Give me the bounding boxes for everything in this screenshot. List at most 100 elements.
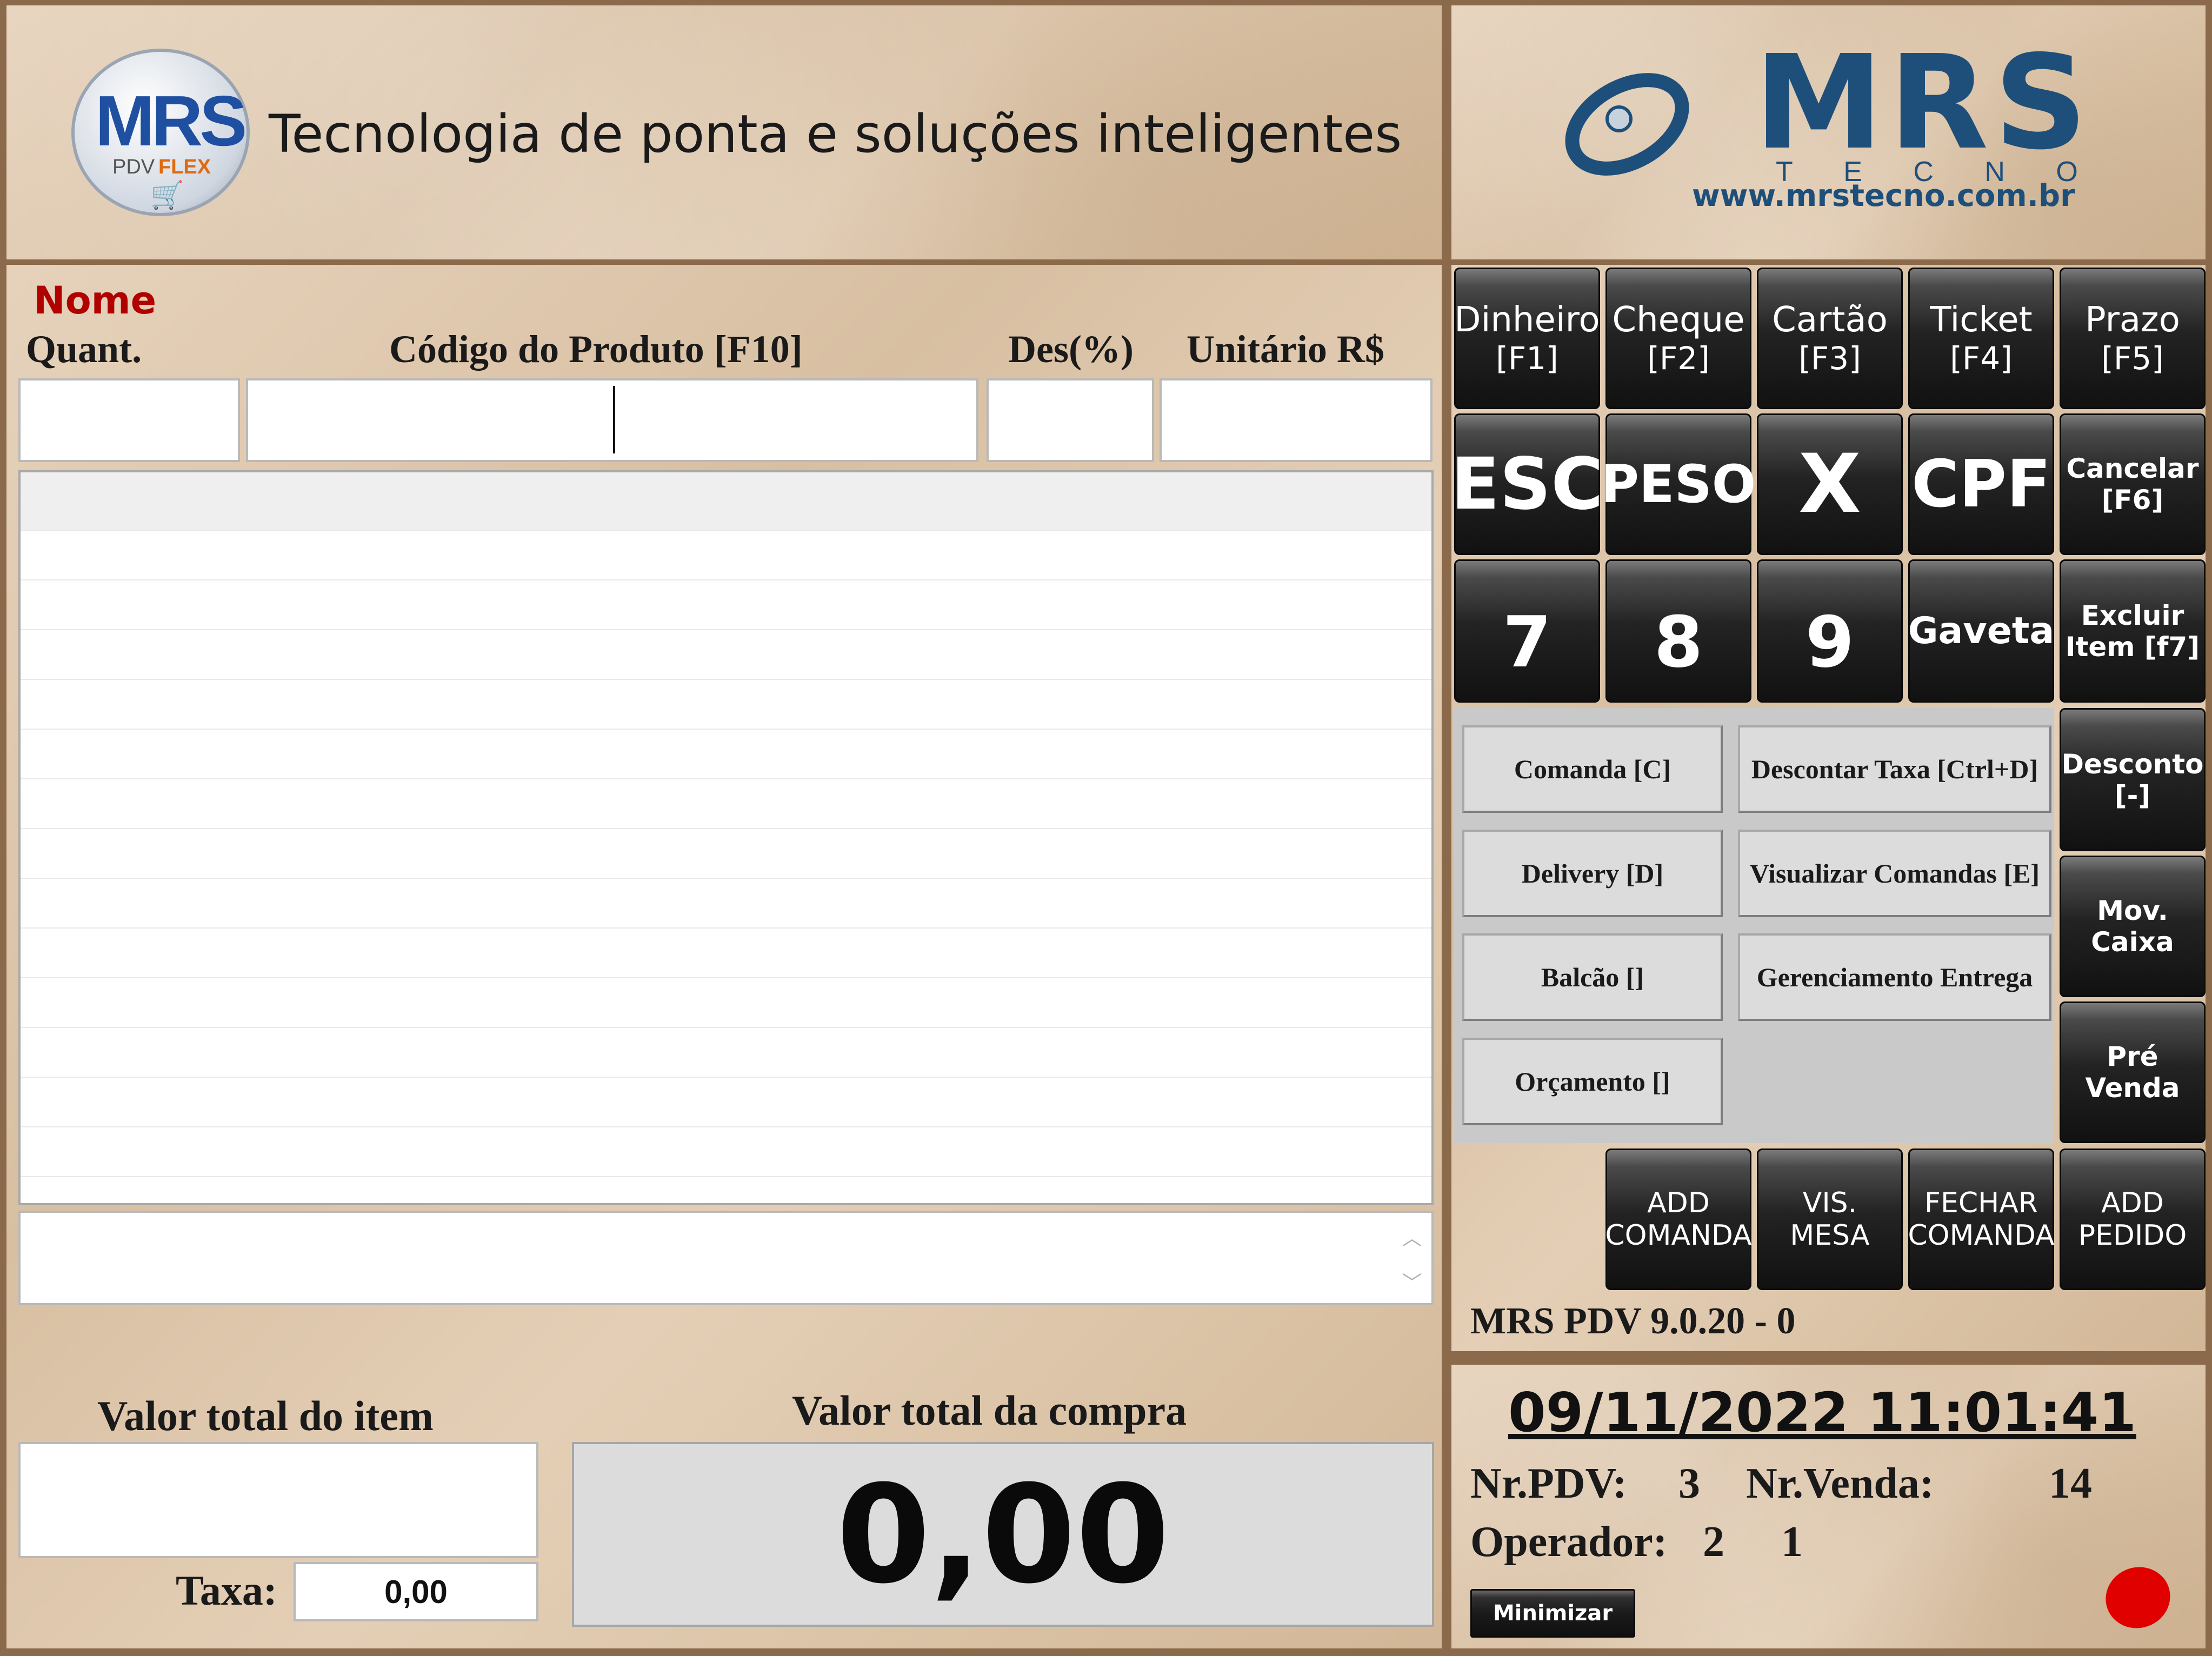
table-row[interactable] (21, 472, 1431, 531)
dinheiro-button[interactable]: Dinheiro [F1] (1454, 268, 1600, 409)
nr-venda-label: Nr.Venda: (1746, 1460, 1934, 1507)
taxa-field[interactable]: 0,00 (294, 1562, 538, 1621)
nine-button[interactable]: 9 (1757, 559, 1903, 703)
table-row[interactable] (21, 1127, 1431, 1177)
table-row[interactable] (21, 531, 1431, 580)
mov-caixa-button[interactable]: Mov. Caixa (2060, 856, 2206, 997)
eight-button[interactable]: 8 (1605, 559, 1751, 703)
table-row[interactable] (21, 978, 1431, 1028)
cancelar-button[interactable]: Cancelar [F6] (2060, 413, 2206, 555)
vis-mesa-button[interactable]: VIS. MESA (1757, 1148, 1903, 1290)
notes-textarea[interactable]: ︿ ﹀ (18, 1211, 1434, 1305)
delivery-button[interactable]: Delivery [D] (1462, 830, 1723, 917)
logo-flex-text: FLEX (158, 156, 211, 178)
desconto-button[interactable]: Desconto [-] (2060, 708, 2206, 851)
item-total-label: Valor total do item (97, 1392, 434, 1439)
mrs-tecno-swirl-icon (1560, 65, 1695, 184)
pre-venda-button[interactable]: Pré Venda (2060, 1001, 2206, 1143)
nome-label: Nome (34, 278, 157, 323)
nr-pdv-value: 3 (1678, 1460, 1700, 1507)
taxa-label: Taxa: (176, 1567, 277, 1614)
seven-button[interactable]: 7 (1454, 559, 1600, 703)
prazo-button[interactable]: Prazo [F5] (2060, 268, 2206, 409)
desc-input[interactable] (987, 378, 1154, 462)
brand-name: MRS (1754, 27, 2093, 178)
add-comanda-l1: ADD (1647, 1187, 1710, 1219)
logo-pdv-text: PDV (112, 156, 155, 178)
compra-total-value: 0,00 (836, 1455, 1170, 1613)
table-row[interactable] (21, 929, 1431, 978)
cheque-button[interactable]: Cheque [F2] (1605, 268, 1751, 409)
operador-b-value: 1 (1781, 1518, 1803, 1566)
mrs-pdv-flex-logo: MRS PDV FLEX 🛒 (71, 49, 250, 216)
orcamento-button[interactable]: Orçamento [] (1462, 1038, 1723, 1125)
quant-label: Quant. (26, 328, 142, 371)
cancelar-label: Cancelar (2066, 453, 2199, 484)
desconto-key: [-] (2114, 779, 2151, 811)
vis-mesa-l2: MESA (1790, 1219, 1870, 1252)
compra-total-field: 0,00 (572, 1442, 1434, 1627)
codigo-input[interactable] (246, 378, 978, 462)
table-row[interactable] (21, 580, 1431, 630)
scroll-down-icon[interactable]: ﹀ (1402, 1267, 1422, 1296)
codigo-label: Código do Produto [F10] (389, 328, 803, 371)
ticket-button[interactable]: Ticket [F4] (1908, 268, 2054, 409)
esc-button[interactable]: ESC (1451, 413, 1603, 555)
peso-button[interactable]: PESO (1601, 413, 1756, 555)
add-comanda-button[interactable]: ADD COMANDA (1605, 1148, 1752, 1290)
quant-input[interactable] (18, 378, 240, 462)
excluir-label: Excluir (2081, 599, 2184, 631)
table-row[interactable] (21, 829, 1431, 879)
operador-label: Operador: (1470, 1518, 1668, 1566)
cartao-label: Cartão (1772, 300, 1888, 340)
ticket-label: Ticket (1930, 300, 2033, 340)
cancelar-key: [F6] (2101, 484, 2164, 516)
cpf-button[interactable]: CPF (1908, 413, 2054, 555)
visualizar-comandas-button[interactable]: Visualizar Comandas [E] (1738, 830, 2051, 917)
tagline: Tecnologia de ponta e soluções inteligen… (269, 104, 1402, 164)
table-row[interactable] (21, 680, 1431, 730)
balcao-button[interactable]: Balcão [] (1462, 933, 1723, 1021)
table-row[interactable] (21, 1028, 1431, 1078)
item-total-field (18, 1442, 538, 1558)
add-comanda-l2: COMANDA (1605, 1219, 1752, 1252)
cheque-label: Cheque (1612, 300, 1745, 340)
logo-mrs-text: MRS (95, 81, 247, 161)
header-left-panel: MRS PDV FLEX 🛒 Tecnologia de ponta e sol… (6, 5, 1442, 259)
unitario-input[interactable] (1160, 378, 1433, 462)
operador-a-value: 2 (1703, 1518, 1724, 1566)
dinheiro-key: [F1] (1496, 340, 1558, 377)
compra-total-label: Valor total da compra (792, 1387, 1187, 1434)
scroll-up-icon[interactable]: ︿ (1402, 1223, 1422, 1251)
gerenciamento-entrega-button[interactable]: Gerenciamento Entrega (1738, 933, 2051, 1021)
minimizar-button[interactable]: Minimizar (1470, 1589, 1635, 1638)
dinheiro-label: Dinheiro (1454, 300, 1600, 340)
text-cursor (613, 386, 615, 453)
add-pedido-l2: PEDIDO (2078, 1219, 2187, 1252)
cartao-key: [F3] (1798, 340, 1861, 377)
taxa-value: 0,00 (384, 1573, 448, 1610)
nr-pdv-label: Nr.PDV: (1470, 1460, 1627, 1507)
table-row[interactable] (21, 730, 1431, 779)
mov-key: Caixa (2091, 926, 2174, 958)
cheque-key: [F2] (1647, 340, 1710, 377)
gaveta-button[interactable]: Gaveta (1908, 559, 2054, 703)
table-row[interactable] (21, 1078, 1431, 1127)
vis-mesa-l1: VIS. (1802, 1187, 1857, 1219)
add-pedido-l1: ADD (2101, 1187, 2164, 1219)
nr-venda-value: 14 (2049, 1460, 2092, 1507)
fechar-comanda-l1: FECHAR (1924, 1187, 2038, 1219)
descontar-taxa-button[interactable]: Descontar Taxa [Ctrl+D] (1738, 725, 2051, 813)
table-row[interactable] (21, 879, 1431, 929)
comanda-button[interactable]: Comanda [C] (1462, 725, 1723, 813)
version-label: MRS PDV 9.0.20 - 0 (1470, 1300, 1796, 1342)
table-row[interactable] (21, 779, 1431, 829)
fechar-comanda-button[interactable]: FECHAR COMANDA (1908, 1148, 2055, 1290)
excluir-item-button[interactable]: Excluir Item [f7] (2060, 559, 2206, 703)
cartao-button[interactable]: Cartão [F3] (1757, 268, 1903, 409)
items-table[interactable] (18, 470, 1434, 1205)
mov-label: Mov. (2097, 895, 2168, 926)
x-button[interactable]: X (1757, 413, 1903, 555)
add-pedido-button[interactable]: ADD PEDIDO (2060, 1148, 2206, 1290)
table-row[interactable] (21, 630, 1431, 680)
